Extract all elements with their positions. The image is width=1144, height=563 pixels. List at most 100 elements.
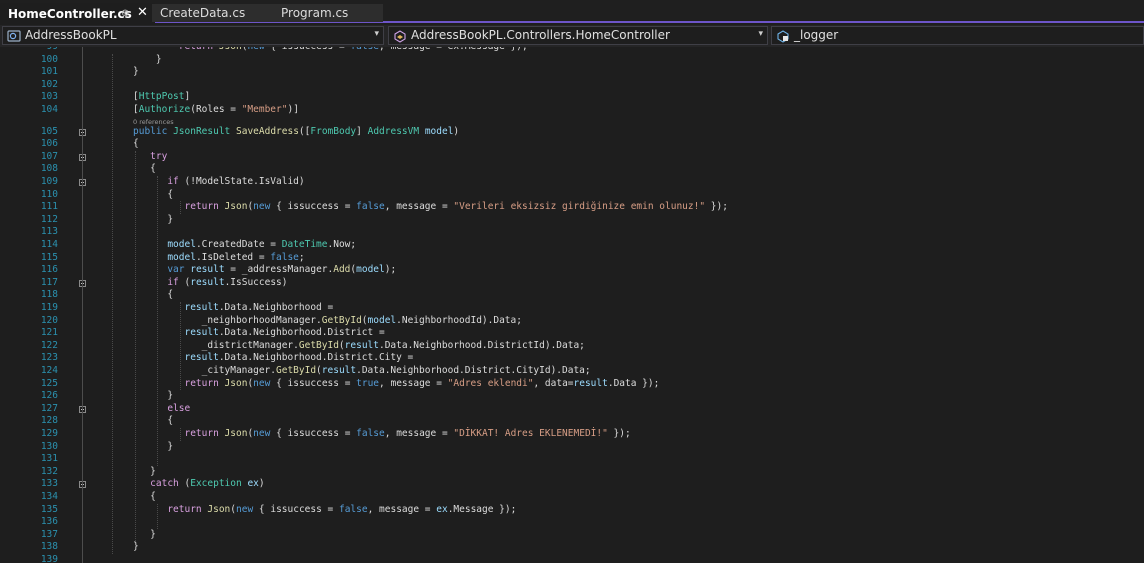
document-tab-bar: HomeController.cs ⊕ ✕ CreateData.cs Prog… <box>0 0 1144 23</box>
code-line[interactable]: 125 return Json(new { issuccess = true, … <box>0 378 1144 391</box>
code-token: }); <box>705 201 728 213</box>
code-token: ex <box>436 503 448 515</box>
code-line[interactable]: 104 [Authorize(Roles = "Member")] <box>0 104 1144 117</box>
code-line[interactable]: 137 } <box>0 529 1144 542</box>
code-line[interactable]: 114 model.CreatedDate = DateTime.Now; <box>0 239 1144 252</box>
tab-program[interactable]: Program.cs <box>273 4 383 22</box>
code-line[interactable]: 124 _cityManager.GetById(result.Data.Nei… <box>0 365 1144 378</box>
code-line[interactable]: 132 } <box>0 466 1144 479</box>
code-line[interactable]: 131 <box>0 453 1144 466</box>
code-line[interactable]: 121 result.Data.Neighborhood.District = <box>0 327 1144 340</box>
tab-createdata[interactable]: CreateData.cs <box>152 4 273 22</box>
code-token: GetById <box>298 339 339 351</box>
code-line[interactable]: 122 _districtManager.GetById(result.Data… <box>0 340 1144 353</box>
project-dropdown[interactable]: AddressBookPL ▾ <box>2 26 384 45</box>
member-dropdown[interactable]: _logger <box>771 26 1144 45</box>
chevron-down-icon: ▾ <box>758 29 763 39</box>
code-line[interactable]: 101} <box>0 66 1144 79</box>
code-token: , data= <box>533 377 574 389</box>
code-line[interactable]: 115 model.IsDeleted = false; <box>0 252 1144 265</box>
line-number: 134 <box>40 491 58 502</box>
code-line[interactable]: 106 { <box>0 138 1144 151</box>
code-text: } <box>133 66 139 79</box>
code-line[interactable]: 119 result.Data.Neighborhood = <box>0 302 1144 315</box>
line-number: 103 <box>40 91 58 103</box>
code-token: model <box>167 239 196 250</box>
code-token: .Data.Neighborhood.DistrictId).Data; <box>378 339 585 351</box>
code-token: SaveAddress <box>236 125 299 137</box>
tab-homecontroller[interactable]: HomeController.cs ⊕ ✕ <box>0 3 155 23</box>
code-text: if (!ModelState.IsValid) <box>133 176 304 189</box>
code-token: else <box>167 402 191 414</box>
code-token: result <box>344 339 379 351</box>
code-line[interactable]: 129 return Json(new { issuccess = false,… <box>0 428 1144 441</box>
code-line[interactable]: 102 <box>0 79 1144 92</box>
tab-label: HomeController.cs <box>8 7 132 21</box>
code-line[interactable]: 126 } <box>0 390 1144 403</box>
code-line[interactable]: 107 try <box>0 151 1144 164</box>
code-line[interactable]: 123 result.Data.Neighborhood.District.Ci… <box>0 352 1144 365</box>
code-token: true <box>356 377 380 389</box>
code-line[interactable]: 111 return Json(new { issuccess = false,… <box>0 201 1144 214</box>
code-line[interactable]: 100 } <box>0 54 1144 67</box>
line-number: 132 <box>40 465 58 477</box>
code-token: Json <box>224 201 248 213</box>
code-text: [HttpPost] <box>133 91 190 104</box>
code-token: Authorize <box>138 104 191 115</box>
code-token: _neighborhoodManager. <box>133 314 322 326</box>
code-line[interactable]: 130 } <box>0 441 1144 454</box>
code-line[interactable]: 120 _neighborhoodManager.GetById(model.N… <box>0 315 1144 328</box>
code-line[interactable]: 127 else <box>0 403 1144 416</box>
code-line[interactable]: 103 [HttpPost] <box>0 91 1144 104</box>
code-line[interactable]: 136 <box>0 516 1144 529</box>
code-line[interactable]: 116 var result = _addressManager.Add(mod… <box>0 264 1144 277</box>
code-line[interactable]: 108 { <box>0 163 1144 176</box>
close-icon[interactable]: ✕ <box>137 4 148 22</box>
code-text: try <box>133 151 167 164</box>
tab-label: CreateData.cs <box>160 6 246 20</box>
code-token: { issuccess = <box>270 201 357 213</box>
code-line[interactable]: 105 public JsonResult SaveAddress([FromBo… <box>0 126 1144 139</box>
code-line[interactable]: 110 { <box>0 189 1144 202</box>
code-editor[interactable]: 99 return Json(new { issuccess = false, … <box>0 47 1144 563</box>
code-line[interactable]: 99 return Json(new { issuccess = false, … <box>0 47 1144 54</box>
code-token: .Data }); <box>607 377 660 389</box>
code-line[interactable]: 138} <box>0 541 1144 554</box>
code-token: DateTime <box>281 239 328 250</box>
code-line[interactable]: 112 } <box>0 214 1144 227</box>
pin-icon[interactable]: ⊕ <box>121 5 129 23</box>
code-line[interactable]: 118 { <box>0 289 1144 302</box>
code-token: }); <box>607 428 631 439</box>
code-token: { <box>133 163 156 175</box>
code-line[interactable]: 134 { <box>0 491 1144 504</box>
code-line[interactable]: 109 if (!ModelState.IsValid) <box>0 176 1144 189</box>
code-token: = _addressManager. <box>224 264 334 276</box>
member-name: _logger <box>794 28 839 42</box>
indent-guide <box>157 176 158 466</box>
code-line[interactable]: 133 catch (Exception ex) <box>0 478 1144 491</box>
codelens-references[interactable]: 0 references <box>133 118 174 126</box>
code-token: Json <box>219 47 242 52</box>
code-token: result <box>184 352 219 364</box>
class-dropdown[interactable]: AddressBookPL.Controllers.HomeController… <box>388 26 768 45</box>
code-line[interactable]: 135 return Json(new { issuccess = false,… <box>0 504 1144 517</box>
code-token: , message = ex.Message }); <box>379 47 528 52</box>
line-number: 136 <box>40 516 58 528</box>
code-token: false <box>270 251 299 263</box>
chevron-down-icon: ▾ <box>374 29 379 39</box>
code-token: Json <box>207 503 231 515</box>
code-token: AddressVM <box>367 125 420 137</box>
code-line[interactable]: 128 { <box>0 415 1144 428</box>
code-line[interactable]: 117 if (result.IsSuccess) <box>0 277 1144 290</box>
code-token: model <box>167 251 196 263</box>
code-token: .Data.Neighborhood.District.CityId).Data… <box>356 365 591 376</box>
code-token: new <box>253 201 271 213</box>
code-text: { <box>133 491 156 504</box>
code-line[interactable]: 139 <box>0 554 1144 563</box>
code-line[interactable]: 113 <box>0 226 1144 239</box>
code-token: catch <box>150 478 179 490</box>
code-token: new <box>236 503 254 515</box>
